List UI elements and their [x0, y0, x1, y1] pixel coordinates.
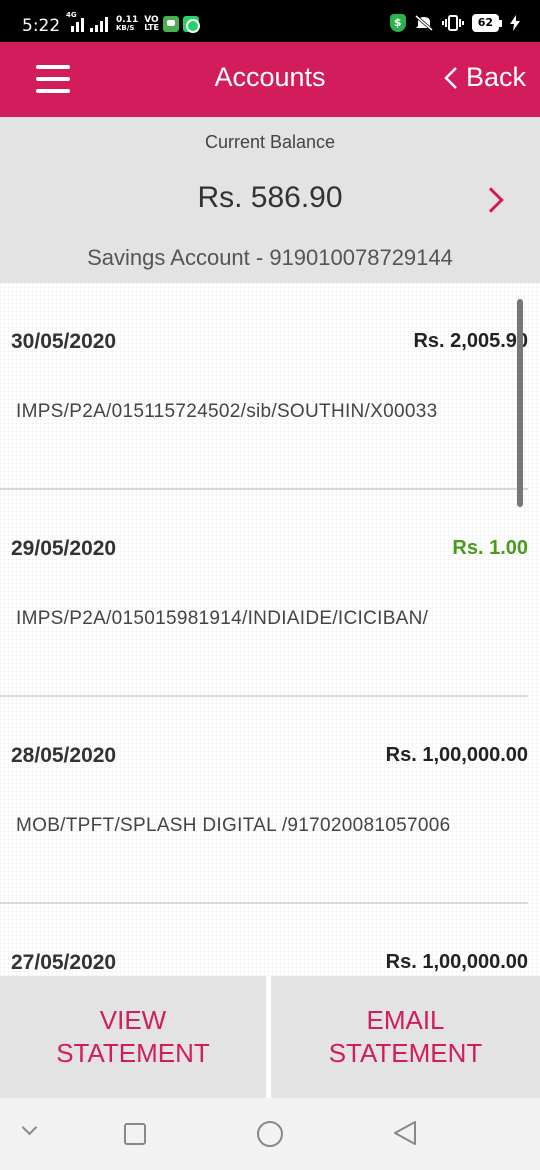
balance-amount: Rs. 586.90: [197, 181, 343, 214]
transaction-description: IMPS/P2A/015015981914/INDIAIDE/ICICIBAN/: [16, 608, 429, 629]
whatsapp-icon: [182, 16, 200, 33]
recents-icon[interactable]: [124, 1123, 146, 1145]
speed-unit: KB/S: [116, 24, 135, 32]
transaction-date: 29/05/2020: [11, 537, 117, 560]
transaction-amount: Rs. 1.00: [452, 537, 528, 559]
status-bar: 5:22 4G 0.11 KB/S VO LTE $ 62: [0, 0, 540, 42]
signal-icon-2: [90, 16, 108, 32]
transaction-row[interactable]: 29/05/2020 Rs. 1.00 IMPS/P2A/01501598191…: [0, 490, 528, 697]
statement-actions: VIEW STATEMENT EMAIL STATEMENT: [0, 976, 540, 1098]
charging-icon: [510, 15, 520, 31]
balance-panel: Current Balance Rs. 586.90 Savings Accou…: [0, 117, 540, 283]
email-statement-line2: STATEMENT: [328, 1038, 483, 1068]
volte-bottom: LTE: [144, 23, 159, 32]
nav-back-icon[interactable]: [393, 1120, 417, 1146]
speed-value: 0.11: [116, 15, 139, 25]
network-speed: 0.11 KB/S: [116, 15, 139, 33]
email-statement-line1: EMAIL: [366, 1005, 445, 1035]
transaction-amount: Rs. 1,00,000.00: [385, 744, 528, 766]
chevron-down-icon[interactable]: [21, 1119, 38, 1136]
transaction-amount: Rs. 1,00,000.00: [385, 951, 528, 973]
chevron-left-icon: [444, 66, 457, 89]
view-statement-line1: VIEW: [99, 1005, 167, 1035]
view-statement-button[interactable]: VIEW STATEMENT: [0, 976, 266, 1098]
transaction-description: IMPS/P2A/015115724502/sib/SOUTHIN/X00033: [16, 401, 438, 422]
transaction-row[interactable]: 27/05/2020 Rs. 1,00,000.00: [0, 904, 528, 976]
email-statement-button[interactable]: EMAIL STATEMENT: [271, 976, 540, 1098]
transaction-row[interactable]: 30/05/2020 Rs. 2,005.90 IMPS/P2A/0151157…: [0, 283, 528, 490]
scrollbar[interactable]: [517, 299, 523, 507]
balance-label: Current Balance: [204, 132, 336, 152]
status-right-icons: $ 62: [389, 14, 520, 32]
transaction-date: 28/05/2020: [11, 744, 117, 767]
back-button[interactable]: Back: [444, 62, 526, 93]
status-time: 5:22: [22, 16, 61, 36]
transaction-description: MOB/TPFT/SPLASH DIGITAL /917020081057006: [16, 815, 451, 836]
volte-indicator: VO LTE: [144, 16, 159, 32]
home-icon[interactable]: [257, 1121, 283, 1147]
view-statement-line2: STATEMENT: [56, 1038, 210, 1068]
vibrate-icon: [441, 15, 464, 31]
app-header: Accounts Back: [0, 42, 540, 117]
battery-level: 62: [471, 14, 499, 32]
back-button-label: Back: [465, 62, 526, 92]
account-label: Savings Account - 919010078729144: [87, 245, 453, 270]
transaction-row[interactable]: 28/05/2020 Rs. 1,00,000.00 MOB/TPFT/SPLA…: [0, 697, 528, 904]
transaction-amount: Rs. 2,005.90: [413, 330, 528, 352]
status-left-icons: 4G 0.11 KB/S VO LTE: [66, 11, 200, 33]
mute-icon: [414, 14, 433, 32]
signal-icon: 4G: [66, 11, 86, 32]
system-nav-bar: [0, 1098, 540, 1170]
transaction-date: 30/05/2020: [11, 330, 117, 353]
battery-icon: 62: [471, 14, 502, 32]
transaction-date: 27/05/2020: [11, 951, 117, 974]
transaction-list[interactable]: 30/05/2020 Rs. 2,005.90 IMPS/P2A/0151157…: [0, 283, 540, 976]
security-shield-icon: $: [389, 14, 406, 32]
chat-icon: [162, 16, 179, 32]
